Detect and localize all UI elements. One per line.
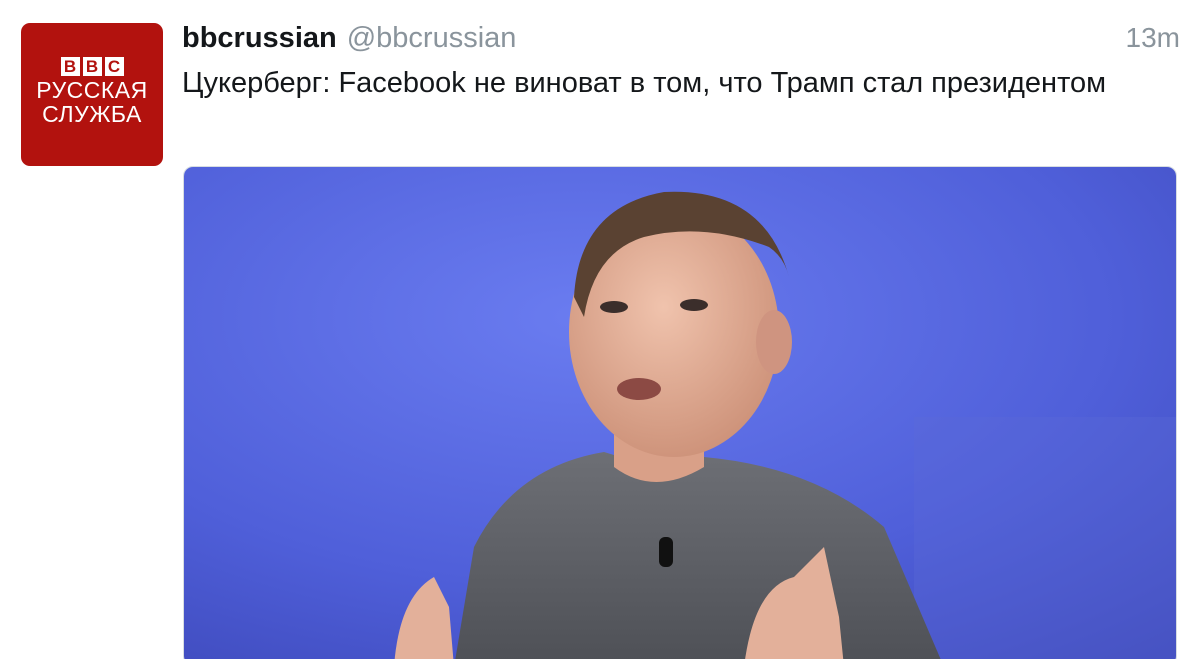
avatar[interactable]: B B C РУССКАЯ СЛУЖБА	[21, 23, 163, 166]
tweet-media-photo[interactable]	[183, 166, 1177, 659]
timestamp[interactable]: 13m	[1126, 22, 1180, 54]
tweet[interactable]: B B C РУССКАЯ СЛУЖБА bbcrussian @bbcruss…	[0, 0, 1200, 659]
avatar-text-line1: РУССКАЯ	[36, 77, 148, 103]
bbc-letter: B	[82, 57, 102, 76]
display-name[interactable]: bbcrussian	[182, 22, 337, 55]
tweet-text: Цукерберг: Facebook не виноват в том, чт…	[182, 67, 1107, 99]
tweet-header: bbcrussian @bbcrussian 13m	[182, 22, 1180, 62]
bbc-logo: B B C	[21, 57, 163, 76]
avatar-text-line2: СЛУЖБА	[42, 101, 142, 127]
bbc-letter: C	[104, 57, 124, 76]
user-handle[interactable]: @bbcrussian	[347, 22, 517, 55]
bbc-letter: B	[60, 57, 80, 76]
photo-illustration	[184, 167, 1176, 659]
